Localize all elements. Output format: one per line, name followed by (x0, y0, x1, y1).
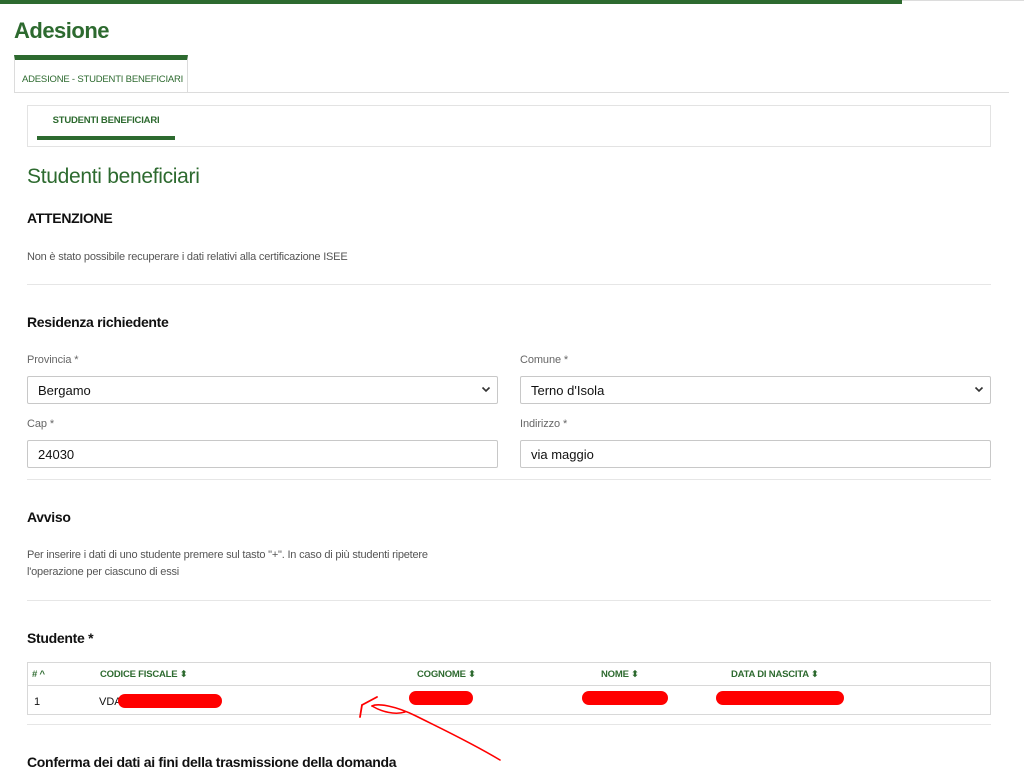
red-arrow-icon (359, 696, 501, 761)
